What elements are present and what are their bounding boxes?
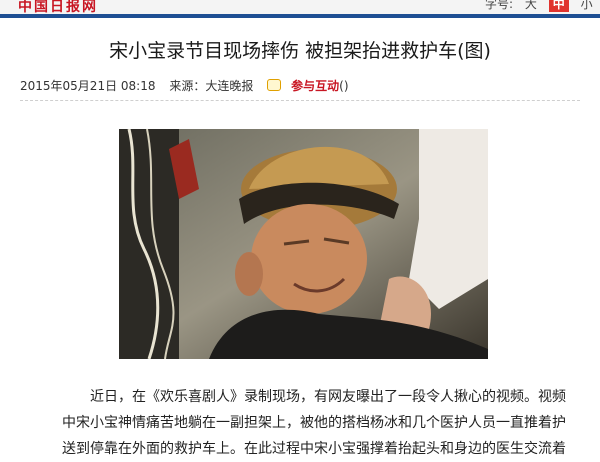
article-paragraph: 近日，在《欢乐喜剧人》录制现场，有网友曝出了一段令人揪心的视频。视频中宋小宝神情… bbox=[62, 389, 566, 457]
meta-divider bbox=[20, 100, 580, 101]
speech-bubble-icon bbox=[267, 79, 282, 91]
article-source: 来源：大连晚报 bbox=[169, 79, 254, 93]
publish-date: 2015年05月21日 08:18 bbox=[20, 79, 156, 93]
article-title: 宋小宝录节目现场摔伤 被担架抬进救护车(图) bbox=[109, 40, 491, 62]
font-size-medium-button[interactable]: 中 bbox=[548, 0, 569, 12]
article-meta: 2015年05月21日 08:18 来源：大连晚报 参与互动() bbox=[20, 77, 359, 94]
font-size-label: 字号: bbox=[485, 0, 514, 11]
article-body: 近日，在《欢乐喜剧人》录制现场，有网友曝出了一段令人揪心的视频。视频中宋小宝神情… bbox=[62, 384, 574, 462]
font-size-small-button[interactable]: 小 bbox=[577, 0, 597, 12]
font-size-control: 字号: 大 中 小 bbox=[485, 0, 597, 12]
comment-link[interactable]: 参与互动 bbox=[291, 79, 339, 93]
photo-illustration bbox=[119, 129, 488, 359]
comment-count: () bbox=[339, 79, 349, 93]
site-logo[interactable]: 中国日报网 bbox=[18, 0, 98, 14]
header-rule bbox=[0, 14, 600, 18]
article-photo bbox=[119, 129, 488, 359]
top-bar: 中国日报网 字号: 大 中 小 bbox=[0, 0, 600, 14]
font-size-large-button[interactable]: 大 bbox=[521, 0, 541, 12]
